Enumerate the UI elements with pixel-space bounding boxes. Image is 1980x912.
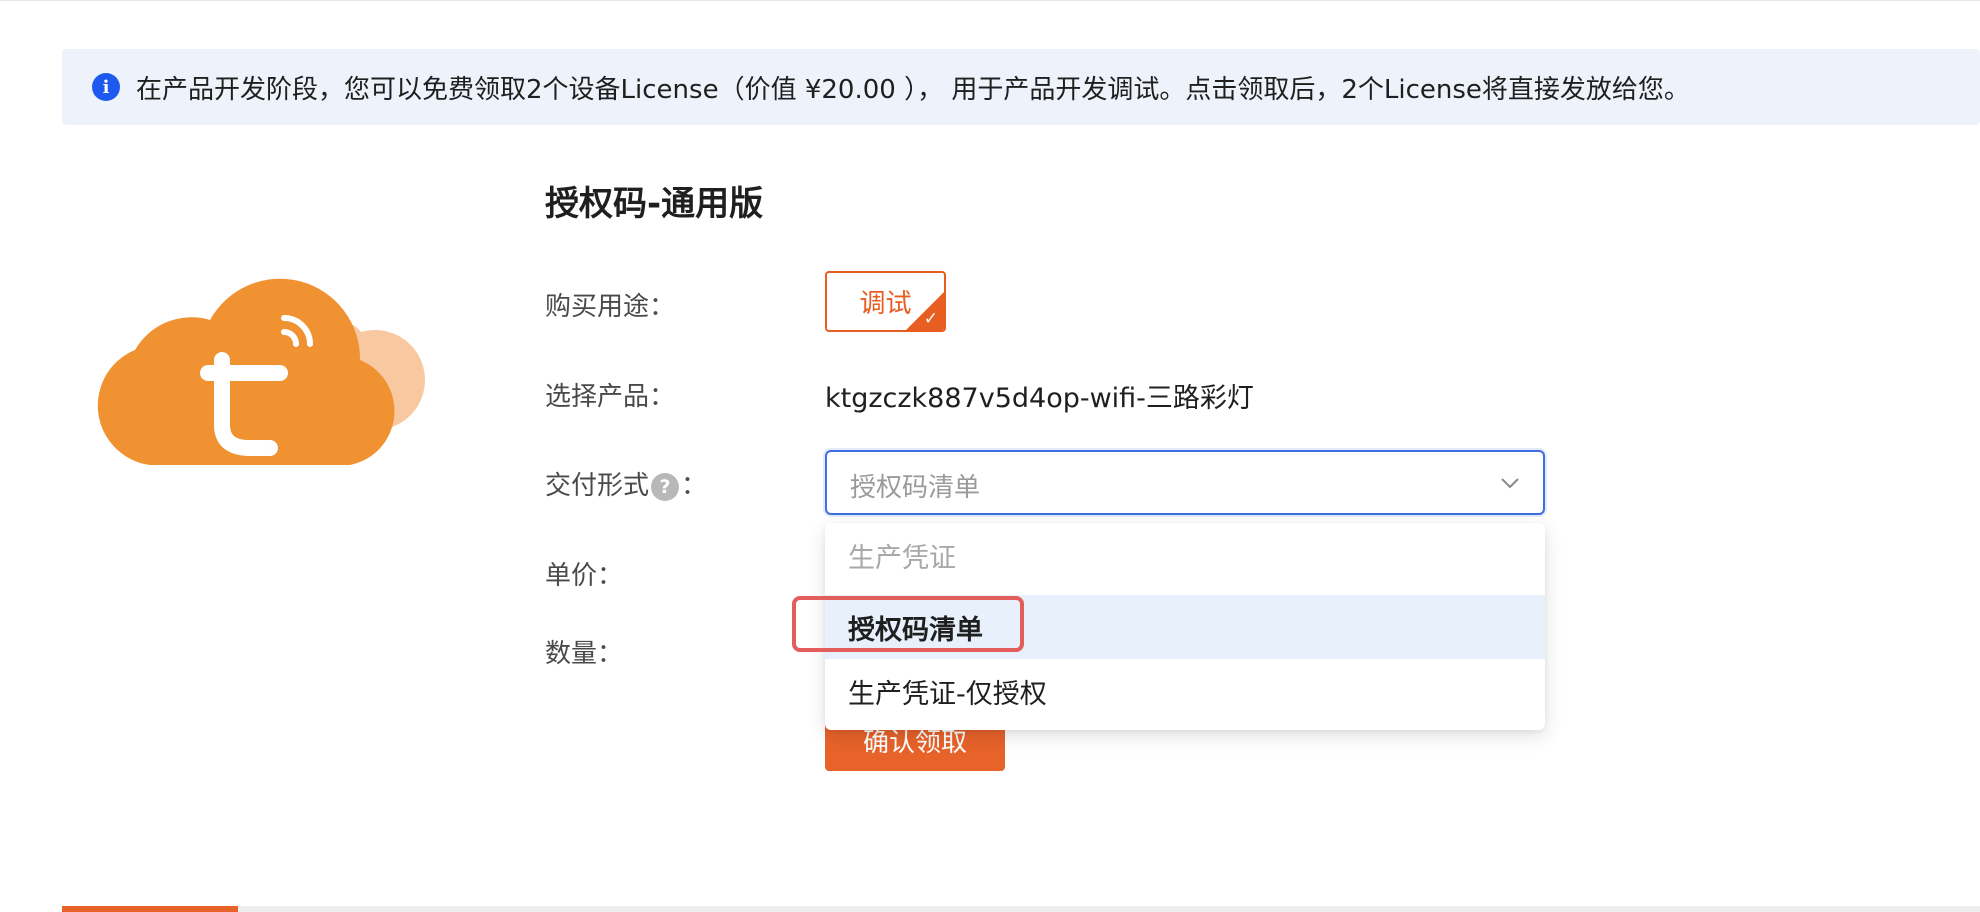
delivery-label-text: 交付形式 (545, 471, 650, 501)
check-icon: ✓ (923, 309, 938, 329)
price-label: 单价： (545, 561, 624, 591)
chevron-down-icon (1501, 478, 1519, 489)
active-tab-indicator (62, 906, 238, 912)
delivery-select-value: 授权码清单 (850, 473, 981, 503)
tuya-cloud-logo (97, 278, 425, 465)
dropdown-option-production-credential: 生产凭证 (848, 542, 956, 574)
top-divider (0, 0, 1980, 1)
purpose-label: 购买用途： (545, 292, 676, 322)
delivery-label-colon: ： (681, 471, 708, 501)
delivery-label: 交付形式?： (545, 465, 707, 502)
info-icon: i (92, 73, 120, 101)
delivery-select[interactable]: 授权码清单 (825, 450, 1545, 515)
page-title: 授权码-通用版 (545, 184, 764, 224)
purpose-option-label: 调试 (859, 289, 912, 319)
info-banner-text: 在产品开发阶段，您可以免费领取2个设备License（价值 ¥20.00 ）， … (136, 74, 1690, 105)
product-label: 选择产品： (545, 382, 676, 412)
quantity-label: 数量： (545, 639, 624, 669)
product-value: ktgzczk887v5d4op-wifi-三路彩灯 (825, 383, 1254, 414)
annotation-highlight (792, 596, 1024, 652)
purpose-option-debug[interactable]: 调试 ✓ (825, 271, 946, 332)
dropdown-option-credential-license-only[interactable]: 生产凭证-仅授权 (825, 659, 1545, 723)
help-icon[interactable]: ? (651, 472, 680, 501)
bottom-tab-bar (62, 906, 1980, 912)
info-banner: i 在产品开发阶段，您可以免费领取2个设备License（价值 ¥20.00 ）… (62, 49, 1980, 125)
